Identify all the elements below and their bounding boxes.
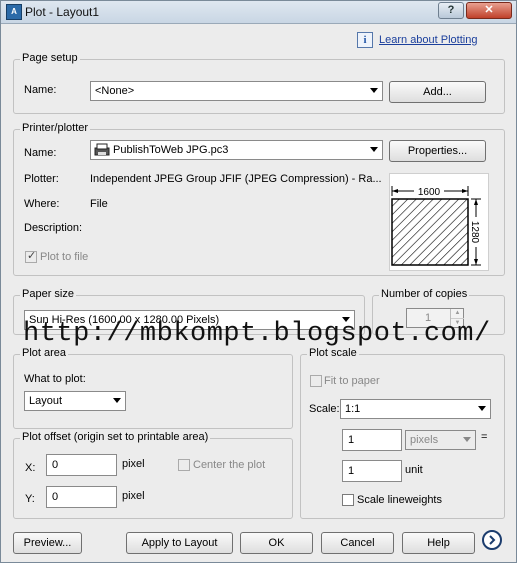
scale-lineweights-checkbox[interactable] <box>342 494 354 506</box>
preview-height-label: 1280 <box>469 221 480 244</box>
watermark-text: http://mbkompt.blogspot.com/ <box>23 319 491 349</box>
page-setup-legend: Page setup <box>20 52 80 64</box>
plot-to-file-label: Plot to file <box>40 251 89 263</box>
printer-name-value: PublishToWeb JPG.pc3 <box>113 144 229 156</box>
chevron-down-icon <box>113 398 121 403</box>
scale-units-value: 1 <box>348 465 355 477</box>
info-icon: i <box>357 32 373 48</box>
printer-plotter-legend: Printer/plotter <box>20 122 91 134</box>
title-bar[interactable]: A Plot - Layout1 ? ✕ <box>1 1 516 24</box>
plotter-icon <box>94 143 110 156</box>
paper-preview: 1600 1280 <box>389 173 489 271</box>
printer-name-select[interactable]: PublishToWeb JPG.pc3 <box>90 140 383 160</box>
scale-units-input[interactable]: 1 <box>342 460 402 482</box>
chevron-down-icon <box>370 147 378 152</box>
scale-select[interactable]: 1:1 <box>340 399 491 419</box>
scale-units-label: unit <box>405 464 423 476</box>
scale-pixels-input[interactable]: 1 <box>342 429 402 451</box>
page-setup-name-value: <None> <box>95 85 135 97</box>
chevron-down-icon <box>463 437 471 442</box>
printer-name-label: Name: <box>24 147 57 159</box>
chevron-down-icon <box>370 88 378 93</box>
spinner-up-icon[interactable]: ▲ <box>451 309 464 319</box>
page-setup-add-button[interactable]: Add... <box>389 81 486 103</box>
chevron-right-icon <box>489 535 496 545</box>
offset-y-input[interactable]: 0 <box>46 486 117 508</box>
where-label: Where: <box>24 198 60 210</box>
close-window-button[interactable]: ✕ <box>466 2 512 19</box>
where-value: File <box>90 198 108 210</box>
paper-size-legend: Paper size <box>20 288 76 300</box>
plotter-label: Plotter: <box>24 173 59 185</box>
preview-button[interactable]: Preview... <box>13 532 82 554</box>
scale-unit-value: pixels <box>410 434 439 446</box>
printer-properties-button[interactable]: Properties... <box>389 140 486 162</box>
offset-x-value: 0 <box>52 459 59 471</box>
offset-y-unit: pixel <box>122 490 145 502</box>
center-the-plot-label: Center the plot <box>193 459 266 471</box>
offset-x-label: X: <box>25 462 36 474</box>
page-setup-name-label: Name: <box>24 84 57 96</box>
what-to-plot-value: Layout <box>29 395 63 407</box>
fit-to-paper-checkbox[interactable] <box>310 375 322 387</box>
cancel-button[interactable]: Cancel <box>321 532 394 554</box>
apply-to-layout-button[interactable]: Apply to Layout <box>126 532 233 554</box>
scale-unit-select[interactable]: pixels <box>405 430 476 450</box>
offset-x-unit: pixel <box>122 458 145 470</box>
chevron-down-icon <box>478 406 486 411</box>
scale-pixels-value: 1 <box>348 434 355 446</box>
scale-value: 1:1 <box>345 403 361 415</box>
what-to-plot-label: What to plot: <box>24 373 86 385</box>
center-the-plot-checkbox[interactable] <box>178 459 190 471</box>
learn-about-plotting-link[interactable]: Learn about Plotting <box>379 34 477 46</box>
plotter-value: Independent JPEG Group JFIF (JPEG Compre… <box>90 173 382 185</box>
learn-about-plotting[interactable]: i Learn about Plotting <box>357 32 477 48</box>
autocad-app-icon: A <box>6 4 22 20</box>
expand-options-icon[interactable] <box>482 530 502 550</box>
scale-lineweights-label: Scale lineweights <box>357 494 442 506</box>
scale-equals-sign: = <box>481 431 488 443</box>
plot-dialog: A Plot - Layout1 ? ✕ i Learn about Plott… <box>0 0 517 563</box>
preview-width-label: 1600 <box>418 187 441 198</box>
offset-y-label: Y: <box>25 493 35 505</box>
description-label: Description: <box>24 222 83 234</box>
number-of-copies-legend: Number of copies <box>379 288 470 300</box>
scale-label: Scale: <box>309 403 340 415</box>
plot-to-file-checkbox[interactable] <box>25 249 37 263</box>
offset-y-value: 0 <box>52 491 59 503</box>
title-help-button[interactable]: ? <box>438 2 464 19</box>
what-to-plot-select[interactable]: Layout <box>24 391 126 411</box>
page-setup-name-select[interactable]: <None> <box>90 81 383 101</box>
ok-button[interactable]: OK <box>240 532 313 554</box>
window-title: Plot - Layout1 <box>25 5 100 19</box>
fit-to-paper-label: Fit to paper <box>324 375 380 387</box>
help-button[interactable]: Help <box>402 532 475 554</box>
offset-x-input[interactable]: 0 <box>46 454 117 476</box>
plot-offset-legend: Plot offset (origin set to printable are… <box>20 431 211 443</box>
paper-preview-drawing: 1600 1280 <box>391 185 482 266</box>
